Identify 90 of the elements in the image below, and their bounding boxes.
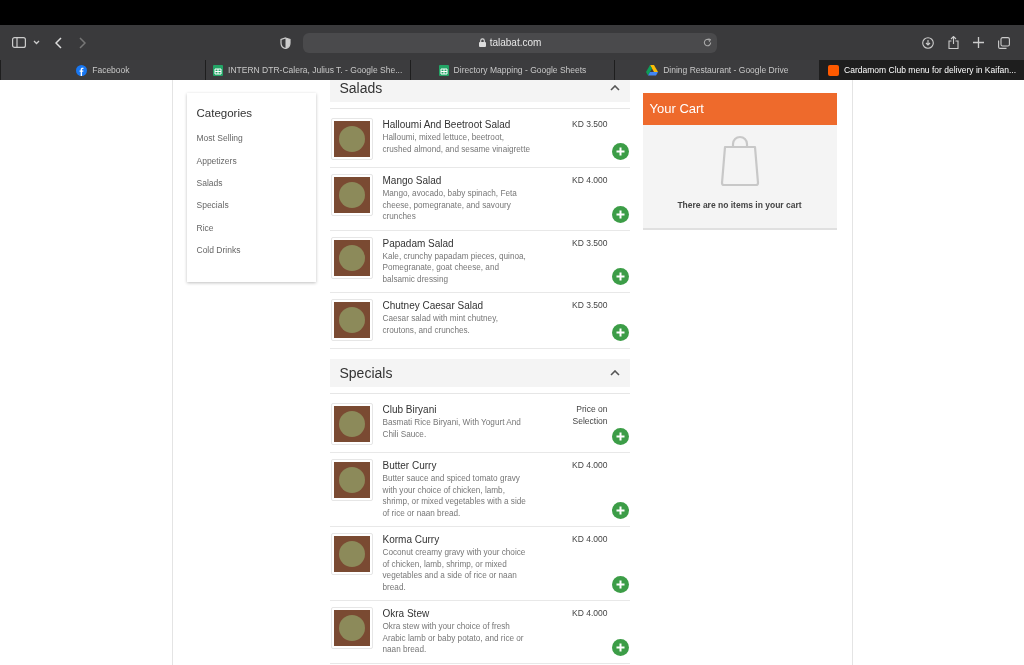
food-photo [330,299,373,341]
add-button[interactable] [611,638,629,656]
facebook-icon [76,64,88,76]
plus-icon [615,506,625,515]
food-photo [330,236,373,279]
add-button[interactable] [611,428,629,445]
tab-title: Directory Mapping - Google Sheets [453,63,587,77]
item-name: Club Biryani [382,403,438,416]
empty-cart-message: There are no items in your cart [677,199,802,212]
item-name: Mango Salad [382,174,443,187]
food-photo [330,118,373,160]
lock-icon [478,38,486,47]
item-price: KD 4.000 [571,608,608,620]
item-name: Butter Curry [382,459,438,472]
tab-title: Cardamom Club menu for delivery in Kaifan... [844,63,1017,77]
item-name: Chutney Caesar Salad [382,299,485,312]
plus-icon [615,272,625,281]
reload-icon[interactable] [703,38,712,47]
add-button[interactable] [611,205,629,223]
item-description: Kale, crunchy papadam pieces, quinoa, Pomegranate, goat cheese, and balsamic dressing [382,250,527,285]
categories-title: Categories [196,106,254,121]
item-description: Halloumi, mixed lettuce, beetroot, crushed almond, and sesame vinaigrette [382,132,531,155]
item-description: Caesar salad with mint chutney, croutons, and crunches. [382,313,499,336]
plus-icon [615,209,625,219]
category-link[interactable]: Appetizers [196,153,306,177]
chevron-down-icon[interactable] [33,40,40,45]
browser-tab[interactable]: Facebook [0,60,205,80]
food-photo [330,459,373,501]
chevron-up-icon[interactable] [609,370,620,376]
section-title: Specials [339,363,393,383]
item-price: KD 4.000 [571,460,608,472]
section-header[interactable]: Specials [329,359,630,390]
food-photo [330,403,373,445]
browser-tab[interactable]: Directory Mapping - Google Sheets [409,60,615,80]
item-description: Okra stew with your choice of fresh Arabic lamb or baby potato, and rice or naan bread. [382,621,525,656]
plus-icon [615,432,625,441]
tabs-overview-icon[interactable] [998,36,1010,49]
item-description: Butter sauce and spiced tomato gravy with your choice of chicken, lamb, shrimp, or mixed vegetables with a side of rice or naan bread. [382,473,527,519]
category-link[interactable]: Rice [196,220,306,244]
plus-icon [615,580,625,589]
item-price: KD 3.500 [571,237,608,249]
item-price: Price on Selection [571,404,608,427]
tab-title: Facebook [92,63,130,77]
item-price: KD 4.000 [571,175,608,187]
item-price: KD 3.500 [571,119,608,131]
food-photo [330,174,373,216]
drive-icon [646,64,659,76]
forward-icon[interactable] [79,36,86,49]
chevron-up-icon[interactable] [609,85,620,91]
item-name: Papadam Salad [382,236,455,250]
address-bar[interactable]: talabat.com [303,32,717,53]
category-link[interactable]: Most Selling [196,131,306,154]
item-description: Mango, avocado, baby spinach, Feta cheese, pomegranate, and savoury crunches [382,188,518,223]
spreadsheet-icon [438,64,449,76]
browser-tab[interactable]: Dining Restaurant - Google Drive [614,60,820,80]
item-description: Coconut creamy gravy with your choice of chicken, lamb, shrimp, or mixed vegetables and a side of rice or naan bread. [382,547,527,593]
item-price: KD 3.500 [571,300,608,312]
add-button[interactable] [611,576,629,593]
add-button[interactable] [611,268,629,285]
plus-icon [615,328,625,337]
tab-title: INTERN DTR-Calera, Julius T. - Google She... [228,63,403,77]
section-title: Salads [339,80,383,98]
item-name: Okra Stew [382,607,431,620]
shield-icon[interactable] [280,36,291,49]
category-link[interactable]: Specials [196,198,306,221]
food-photo [330,607,373,649]
plus-icon[interactable] [973,37,984,48]
sidebar-icon[interactable] [12,37,26,48]
add-button[interactable] [611,143,629,160]
category-link[interactable]: Cold Drinks [196,243,306,266]
section-header[interactable]: Salads [329,80,630,105]
plus-icon [615,147,625,156]
spreadsheet-icon [213,64,224,76]
tab-title: Dining Restaurant - Google Drive [663,63,789,77]
item-description: Basmati Rice Biryani, With Yogurt And Chili Sauce. [382,417,522,440]
share-icon[interactable] [948,36,959,49]
category-link[interactable]: Salads [196,176,306,199]
back-icon[interactable] [55,36,62,49]
browser-tab[interactable]: Cardamom Club menu for delivery in Kaifan... [819,60,1024,80]
browser-tab[interactable]: INTERN DTR-Calera, Julius T. - Google She... [204,60,410,80]
url-text: talabat.com [489,36,542,50]
item-name: Halloumi And Beetroot Salad [382,118,512,131]
add-button[interactable] [611,502,629,519]
item-name: Korma Curry [382,533,441,546]
plus-icon [615,642,625,652]
food-photo [330,533,373,575]
item-price: KD 4.000 [571,534,608,546]
cart-title: Your Cart [649,100,704,119]
add-button[interactable] [611,324,629,341]
download-icon[interactable] [922,36,934,49]
